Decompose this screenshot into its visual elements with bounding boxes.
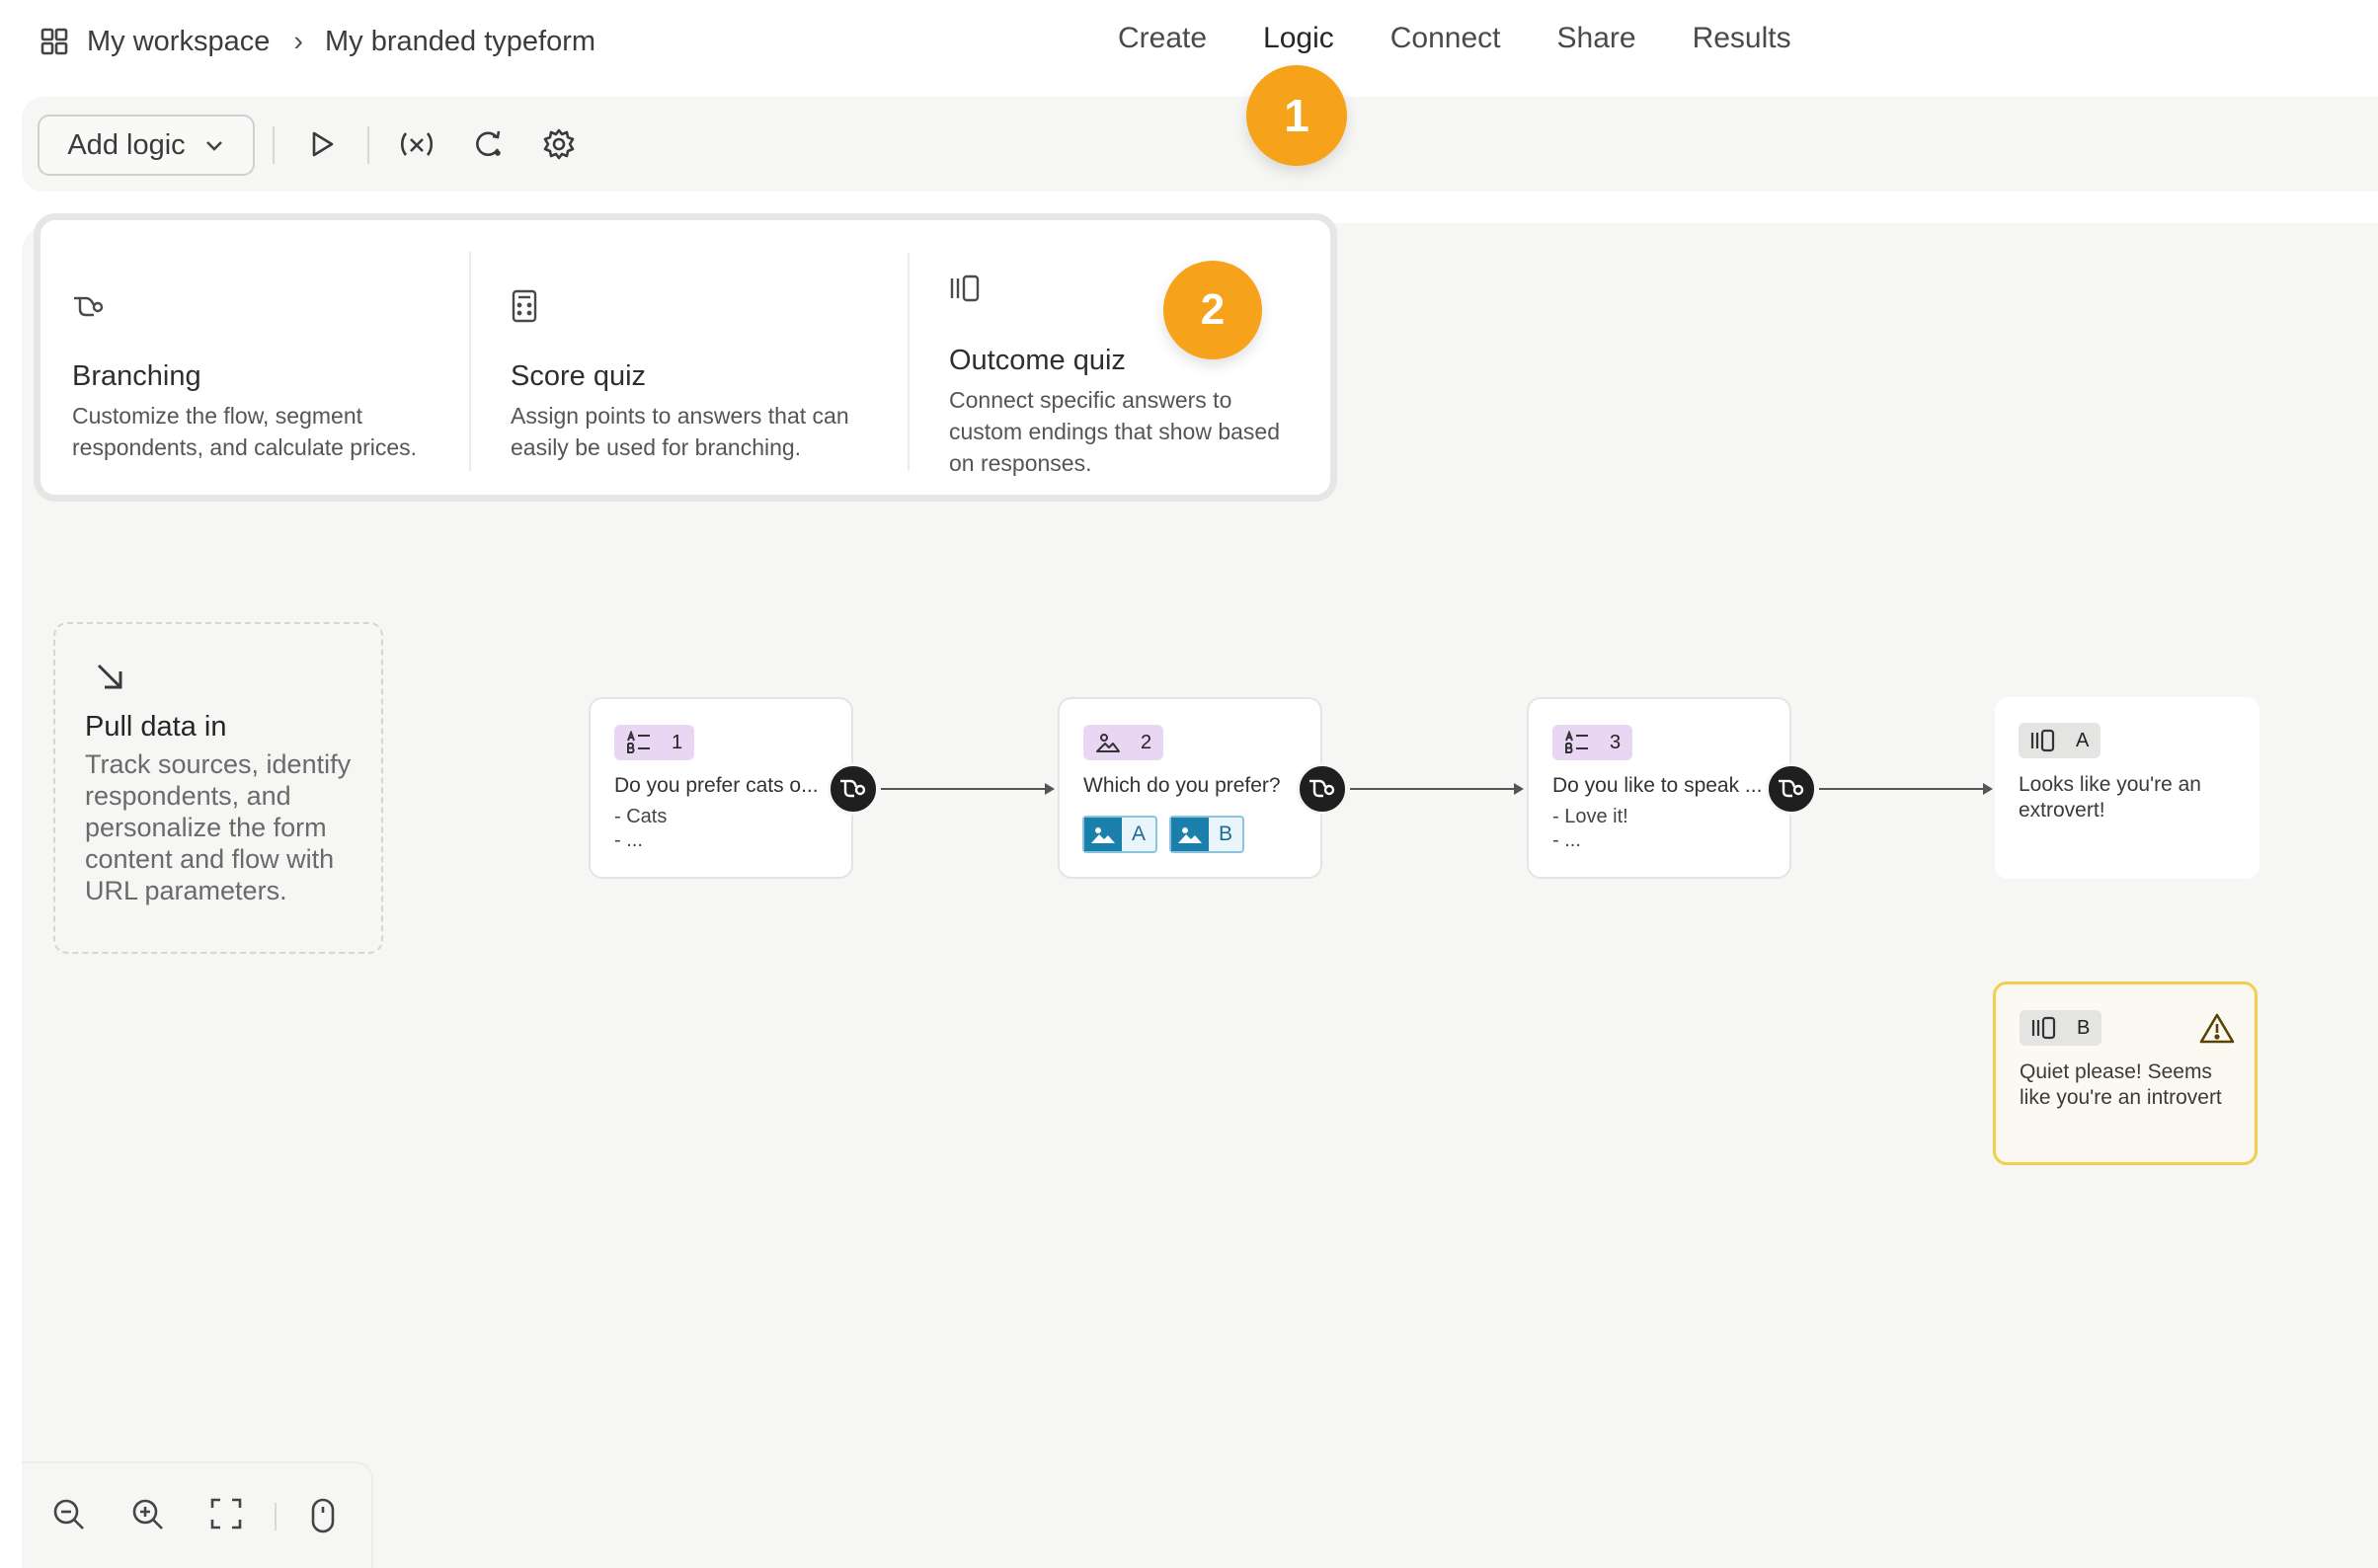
menu-option-title: Branching <box>72 360 201 392</box>
add-logic-label: Add logic <box>67 128 186 161</box>
ending-tag: B <box>2020 1010 2102 1046</box>
question-text: Which do you prefer? <box>1083 774 1281 797</box>
ending-node-b[interactable]: B Quiet please! Seems like you're an int… <box>1993 981 2258 1165</box>
step-badge-1: 1 <box>1246 65 1347 166</box>
question-node-1[interactable]: 1 Do you prefer cats o... - Cats - ... <box>589 697 853 879</box>
pull-data-description: Track sources, identify respondents, and… <box>85 749 352 905</box>
picture-choice-icon <box>1096 734 1120 752</box>
flow-connector <box>1350 783 1524 795</box>
zoom-controls <box>22 1461 373 1568</box>
question-text: Do you like to speak ... <box>1552 774 1763 797</box>
grid-icon[interactable] <box>40 27 69 56</box>
choice-letter: A <box>1131 823 1146 845</box>
multiple-choice-icon <box>1565 731 1588 753</box>
menu-option-outcome-quiz[interactable]: Outcome quiz Connect specific answers to… <box>917 250 1332 476</box>
menu-option-description: Assign points to answers that can easily… <box>511 403 849 460</box>
question-number: 3 <box>1610 731 1622 753</box>
picture-choice-a: A <box>1082 816 1157 853</box>
variable-icon[interactable] <box>397 124 436 164</box>
loop-icon[interactable] <box>468 124 508 164</box>
toolbar-divider <box>367 126 369 164</box>
ending-letter: B <box>2077 1016 2091 1039</box>
question-text: Do you prefer cats o... <box>614 774 819 797</box>
pull-data-title: Pull data in <box>85 711 227 743</box>
answer-option: - Cats <box>614 806 668 827</box>
chevron-down-icon <box>203 134 225 156</box>
mouse-icon[interactable] <box>308 1497 348 1536</box>
menu-option-title: Score quiz <box>511 360 647 392</box>
gear-icon[interactable] <box>539 124 579 164</box>
zoom-divider <box>275 1503 277 1530</box>
main-tabs: Create Logic Connect Share Results <box>1118 22 1791 65</box>
calculator-icon <box>511 289 538 323</box>
menu-option-description: Connect specific answers to custom endin… <box>949 387 1280 476</box>
tab-results[interactable]: Results <box>1693 22 1791 65</box>
answer-option: - ... <box>1552 829 1581 851</box>
menu-option-score-quiz[interactable]: Score quiz Assign points to answers that… <box>479 250 913 473</box>
pull-data-card[interactable]: Pull data in Track sources, identify res… <box>53 622 383 954</box>
fit-screen-icon[interactable] <box>209 1497 249 1536</box>
ending-text: Quiet please! Seems like you're an intro… <box>2020 1060 2222 1109</box>
zoom-out-icon[interactable] <box>51 1497 91 1536</box>
question-node-3[interactable]: 3 Do you like to speak ... - Love it! - … <box>1527 697 1791 879</box>
picture-choice-b: B <box>1169 816 1244 853</box>
play-icon[interactable] <box>302 124 342 164</box>
menu-option-title: Outcome quiz <box>949 345 1126 376</box>
choice-letter: B <box>1218 823 1232 845</box>
step-badge-2: 2 <box>1163 261 1262 359</box>
flow-connector <box>881 783 1055 795</box>
breadcrumb-workspace[interactable]: My workspace <box>87 26 270 58</box>
question-tag: 3 <box>1552 725 1633 760</box>
add-logic-button[interactable]: Add logic <box>38 115 255 176</box>
question-tag: 2 <box>1083 725 1164 760</box>
branch-icon[interactable] <box>1766 763 1817 815</box>
ending-text: Looks like you're an extrovert! <box>2019 773 2201 822</box>
ending-tag: A <box>2019 723 2101 758</box>
arrow-down-right-icon <box>95 662 126 693</box>
logic-toolbar: Add logic <box>22 97 2378 192</box>
answer-option: - ... <box>614 829 643 851</box>
top-bar: My workspace › My branded typeform Creat… <box>0 0 2378 95</box>
outcome-icon <box>949 274 981 303</box>
branch-icon[interactable] <box>1297 763 1348 815</box>
tab-create[interactable]: Create <box>1118 22 1207 65</box>
menu-divider <box>908 252 910 471</box>
menu-option-description: Customize the flow, segment respondents,… <box>72 403 418 460</box>
zoom-in-icon[interactable] <box>130 1497 170 1536</box>
ending-node-a[interactable]: A Looks like you're an extrovert! <box>1995 697 2259 879</box>
ending-letter: A <box>2076 729 2090 751</box>
image-icon <box>1084 818 1122 851</box>
outcome-icon <box>2031 1016 2056 1040</box>
breadcrumb-form[interactable]: My branded typeform <box>325 26 595 58</box>
question-number: 2 <box>1141 731 1152 753</box>
image-icon <box>1171 818 1209 851</box>
question-number: 1 <box>672 731 683 753</box>
question-tag: 1 <box>614 725 695 760</box>
answer-option: - Love it! <box>1552 806 1628 827</box>
breadcrumb: My workspace › My branded typeform <box>40 22 595 61</box>
breadcrumb-separator: › <box>293 25 303 57</box>
tab-logic[interactable]: Logic <box>1263 22 1334 65</box>
outcome-icon <box>2030 729 2055 752</box>
flow-connector <box>1819 783 1993 795</box>
menu-divider <box>469 252 471 471</box>
multiple-choice-icon <box>627 731 650 753</box>
branch-icon[interactable] <box>828 763 879 815</box>
tab-connect[interactable]: Connect <box>1390 22 1501 65</box>
toolbar-divider <box>273 126 275 164</box>
branch-icon <box>72 293 106 321</box>
menu-option-branching[interactable]: Branching Customize the flow, segment re… <box>40 250 475 473</box>
warning-icon[interactable] <box>2199 1012 2235 1044</box>
add-logic-menu: Branching Customize the flow, segment re… <box>34 213 1337 502</box>
tab-share[interactable]: Share <box>1557 22 1636 65</box>
